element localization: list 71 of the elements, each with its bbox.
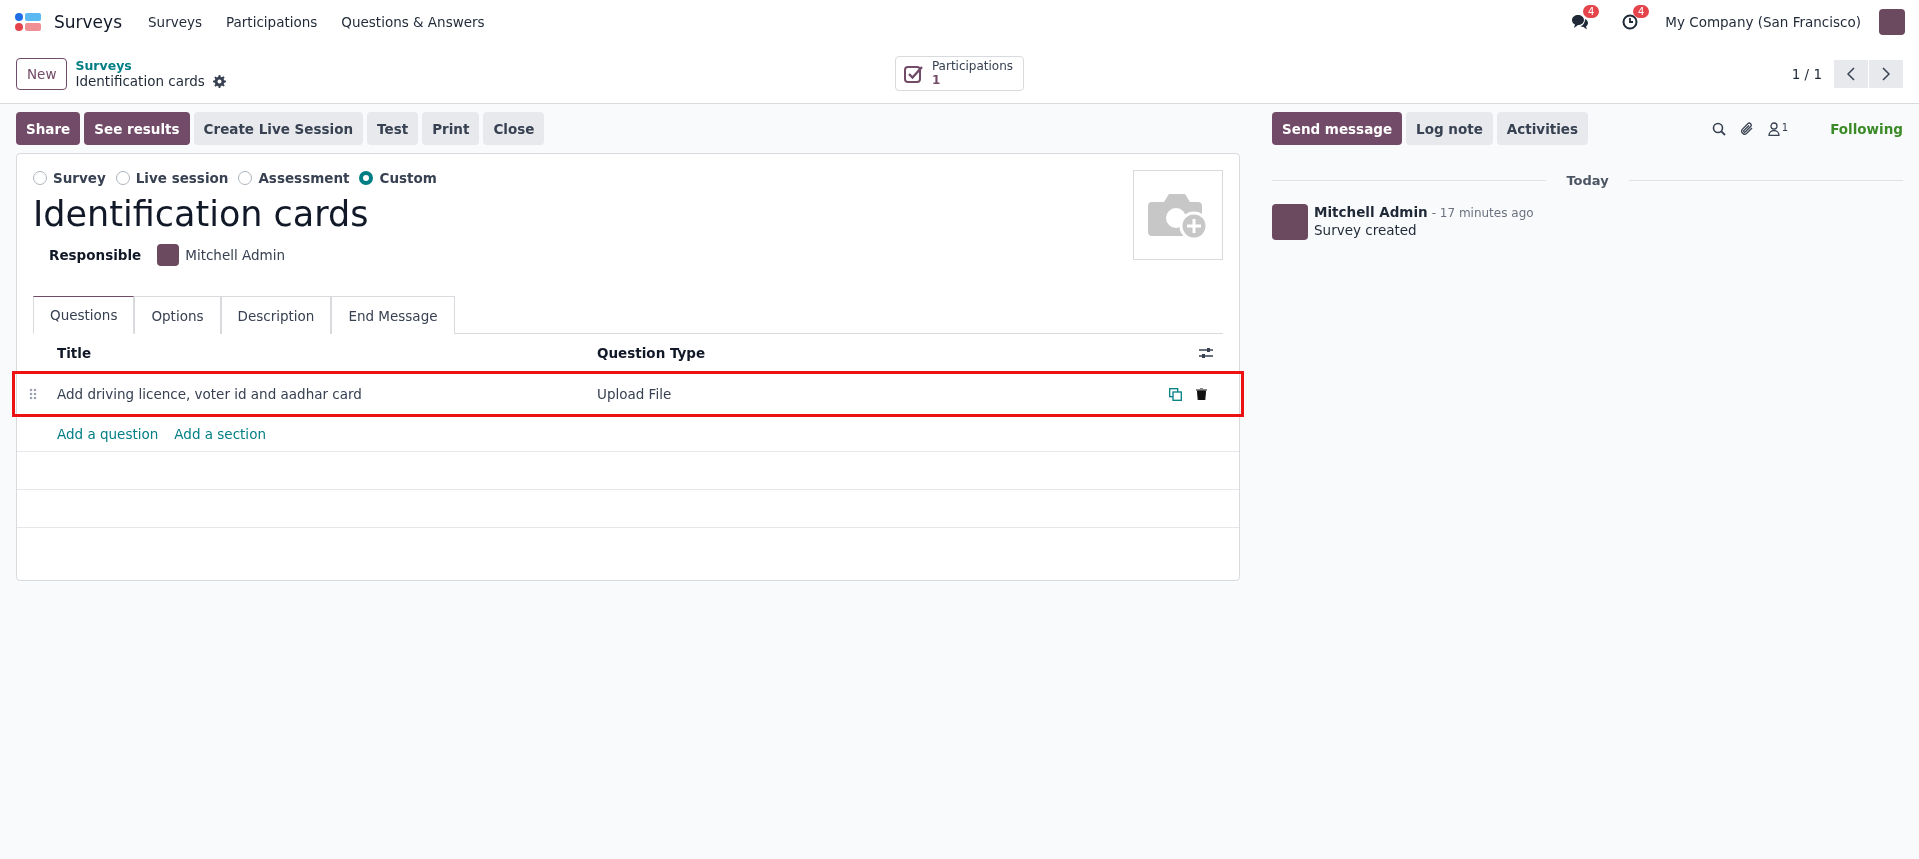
question-row[interactable]: Add driving licence, voter id and aadhar card Upload File — [13, 372, 1243, 416]
trash-icon[interactable] — [1196, 388, 1207, 400]
responsible-name[interactable]: Mitchell Admin — [185, 247, 286, 263]
notification-badge: 4 — [1632, 5, 1650, 18]
next-button[interactable] — [1869, 59, 1903, 88]
previous-button[interactable] — [1834, 59, 1868, 88]
chevron-right-icon — [1882, 66, 1890, 81]
notification-badge: 4 — [1582, 5, 1600, 18]
search-icon[interactable] — [1711, 121, 1726, 136]
chevron-left-icon — [1847, 66, 1855, 81]
breadcrumb-link[interactable]: Surveys — [75, 58, 226, 73]
record-name: Identification cards — [75, 73, 205, 89]
follower-icon[interactable] — [1767, 121, 1780, 136]
radio-dot[interactable] — [359, 171, 374, 185]
menu-item[interactable]: Questions & Answers — [331, 14, 495, 30]
chatter-button[interactable]: Send message — [1272, 112, 1403, 145]
menu-item[interactable]: Surveys — [138, 14, 212, 30]
radio-dot[interactable] — [238, 171, 253, 185]
column-settings-icon[interactable] — [1199, 346, 1213, 359]
message-body: Survey created — [1314, 222, 1418, 238]
message-author: Mitchell Admin — [1314, 204, 1428, 220]
app-name: Surveys — [54, 12, 122, 32]
form-tab[interactable]: End Message — [331, 296, 455, 334]
survey-type-radio[interactable]: Survey — [33, 170, 106, 186]
column-header[interactable]: Title — [57, 344, 597, 361]
checkbox-icon — [903, 63, 924, 84]
action-button[interactable]: Close — [483, 112, 545, 145]
drag-handle-icon[interactable] — [29, 388, 37, 400]
add-line-link[interactable]: Add a section — [174, 425, 266, 442]
radio-label: Live session — [135, 170, 229, 186]
user-avatar — [157, 244, 180, 266]
survey-type-radio[interactable]: Custom — [359, 170, 437, 186]
company-name[interactable]: My Company (San Francisco) — [1665, 14, 1861, 30]
participations-smart-button[interactable]: Participations 1 — [894, 56, 1025, 91]
action-button[interactable]: Test — [367, 112, 419, 145]
radio-label: Custom — [379, 170, 437, 186]
copy-icon[interactable] — [1169, 387, 1182, 401]
add-line-link[interactable]: Add a question — [57, 425, 159, 442]
action-button[interactable]: Share — [16, 112, 81, 145]
action-button[interactable]: Create Live Session — [193, 112, 364, 145]
menu-item[interactable]: Participations — [216, 14, 328, 30]
survey-type-radio[interactable]: Assessment — [238, 170, 350, 186]
radio-label: Assessment — [258, 170, 350, 186]
gear-icon[interactable] — [212, 74, 226, 88]
survey-type-radio[interactable]: Live session — [115, 170, 229, 186]
clock-icon[interactable] — [1622, 14, 1639, 30]
paperclip-icon[interactable] — [1739, 121, 1754, 136]
column-header[interactable]: Question Type — [597, 344, 1199, 361]
action-button[interactable]: Print — [422, 112, 480, 145]
survey-title: Identification cards — [33, 194, 370, 234]
radio-dot[interactable] — [33, 171, 47, 185]
following-button[interactable]: Following — [1830, 120, 1903, 137]
pager-value: 1 / 1 — [1791, 65, 1822, 82]
chatter-button[interactable]: Log note — [1406, 112, 1493, 145]
follower-count: 1 — [1781, 121, 1789, 133]
form-tab[interactable]: Questions — [33, 296, 135, 334]
form-tab[interactable]: Description — [220, 296, 332, 334]
radio-label: Survey — [53, 170, 106, 186]
date-separator: Today — [1566, 173, 1609, 188]
field-label: Responsible — [49, 247, 142, 263]
new-button[interactable]: New — [16, 57, 68, 90]
chatter-button[interactable]: Activities — [1496, 112, 1589, 145]
app-logo-icon[interactable] — [14, 12, 42, 32]
table-cell-text: Add driving licence, voter id and aadhar card — [57, 386, 363, 402]
action-button[interactable]: See results — [84, 112, 190, 145]
form-tab[interactable]: Options — [134, 296, 221, 334]
user-avatar — [1272, 204, 1308, 240]
message-time: - 17 minutes ago — [1431, 206, 1534, 220]
messages-icon[interactable] — [1571, 14, 1590, 30]
table-cell-text: Upload File — [597, 386, 673, 402]
radio-dot[interactable] — [115, 171, 130, 185]
